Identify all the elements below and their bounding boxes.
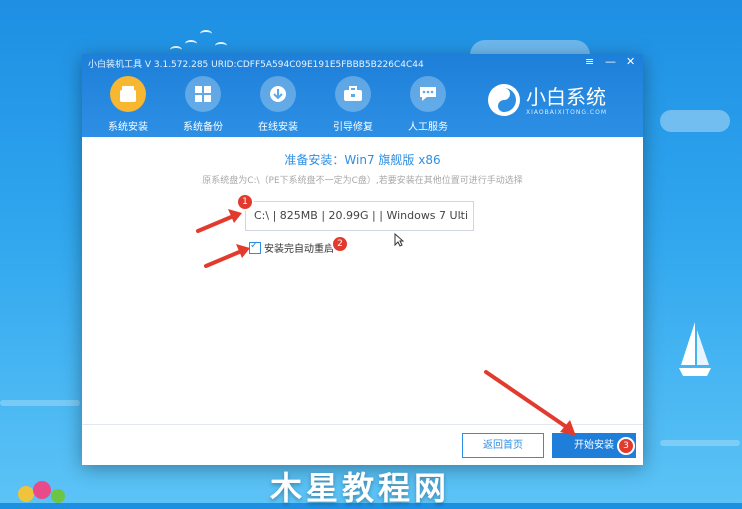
download-icon [260,76,296,112]
disk-select-dropdown[interactable]: C:\ | 825MB | 20.99G | | Windows 7 Ulti … [245,201,474,231]
box-icon [110,76,146,112]
brand-mark-icon [488,84,520,116]
sailboat-icon [679,322,711,376]
brand-logo: 小白系统 XIAOBAIXITONG.COM [488,81,638,121]
titlebar: 小白装机工具 V 3.1.572.285 URID:CDFF5A594C09E1… [82,54,643,137]
watermark-logo: 木星教程网 [270,469,451,507]
wave-line [660,440,740,446]
bird-icon [170,46,182,54]
bird-icon [185,40,197,48]
annotation-arrow-3 [484,370,576,436]
annotation-arrow-1 [196,209,242,233]
nav-item-system-install[interactable]: 系统安装 [100,76,156,133]
nav-label: 引导修复 [333,122,373,133]
install-hint: 原系统盘为C:\（PE下系统盘不一定为C盘）,若要安装在其他位置可进行手动选择 [202,176,523,186]
windows-icon [185,76,221,112]
minimize-button[interactable]: — [605,55,616,68]
bird-icon [215,42,227,50]
toolkit-icon [335,76,371,112]
nav-item-manual-service[interactable]: 人工服务 [400,76,456,133]
flower-decoration [18,481,65,503]
nav-item-system-backup[interactable]: 系统备份 [175,76,231,133]
disk-select-value: C:\ | 825MB | 20.99G | | Windows 7 Ulti [254,209,469,222]
window-title: 小白装机工具 V 3.1.572.285 URID:CDFF5A594C09E1… [88,60,424,70]
cloud-shape [660,110,730,132]
page-title: 准备安装：Win7 旗舰版 x86 [284,153,441,167]
brand-subtitle: XIAOBAIXITONG.COM [526,109,607,116]
close-button[interactable]: ✕ [626,55,635,68]
mouse-cursor-icon [394,233,404,247]
nav-item-online-install[interactable]: 在线安装 [250,76,306,133]
annotation-arrow-2 [204,244,250,268]
auto-restart-label: 安装完自动重启 [264,244,334,255]
nav-label: 在线安装 [258,122,298,133]
brand-name: 小白系统 [526,85,606,109]
step-badge-2: 2 [331,235,349,253]
wave-line [0,400,80,406]
chevron-down-icon: ⌄ [456,210,465,221]
bird-icon [200,30,212,38]
nav-label: 系统备份 [183,122,223,133]
auto-restart-option[interactable]: 安装完自动重启 [249,240,334,255]
chat-icon [410,76,446,112]
step-badge-3: 3 [617,437,635,455]
nav-item-boot-repair[interactable]: 引导修复 [325,76,381,133]
nav-label: 人工服务 [408,122,448,133]
nav-label: 系统安装 [108,122,148,133]
menu-button[interactable]: ≡ [585,55,594,68]
